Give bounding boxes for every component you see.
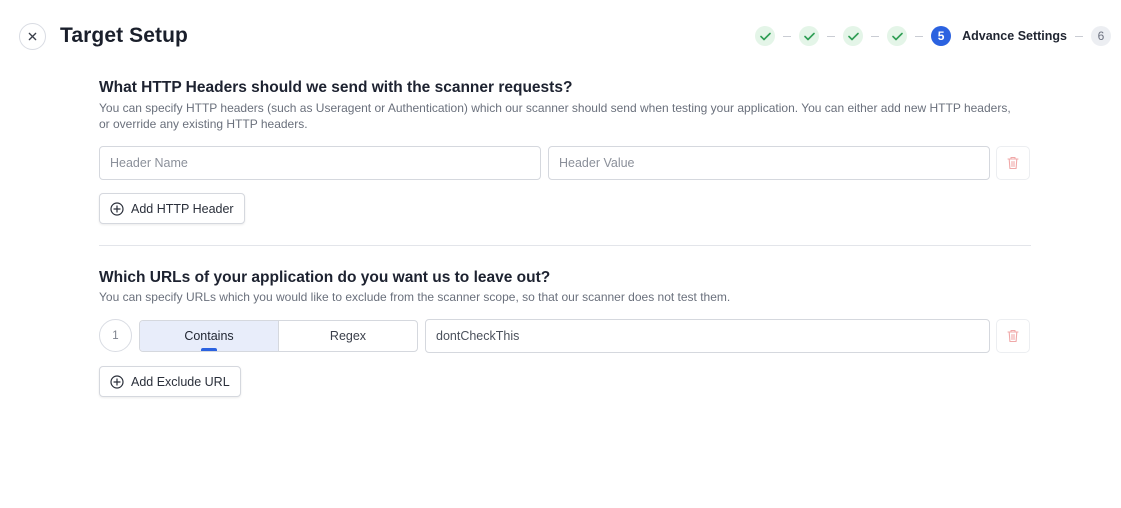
- step-1-complete[interactable]: [755, 26, 776, 46]
- plus-circle-icon: [110, 374, 124, 389]
- check-icon: [847, 32, 859, 40]
- step-2-complete[interactable]: [799, 26, 820, 46]
- step-3-complete[interactable]: [843, 26, 864, 46]
- exclude-url-input[interactable]: [425, 319, 990, 353]
- match-type-toggle: Contains Regex: [139, 320, 418, 352]
- step-separator: [871, 35, 880, 37]
- header-name-input[interactable]: [99, 146, 541, 180]
- headers-description: You can specify HTTP headers (such as Us…: [99, 101, 1011, 131]
- close-icon: [28, 32, 37, 41]
- page-title: Target Setup: [60, 24, 188, 47]
- step-separator: [1075, 35, 1083, 37]
- match-contains-option[interactable]: Contains: [140, 321, 278, 351]
- close-button[interactable]: [19, 23, 46, 50]
- progress-stepper: 5 Advance Settings 6: [755, 25, 1111, 47]
- active-step-label: Advance Settings: [962, 29, 1067, 43]
- delete-exclude-button[interactable]: [996, 319, 1030, 353]
- add-http-header-button[interactable]: Add HTTP Header: [99, 193, 245, 224]
- step-separator: [915, 35, 924, 37]
- match-regex-option[interactable]: Regex: [278, 321, 417, 351]
- check-icon: [759, 32, 771, 40]
- check-icon: [803, 32, 815, 40]
- trash-icon: [1007, 329, 1019, 343]
- step-separator: [783, 35, 792, 37]
- exclude-description: You can specify URLs which you would lik…: [99, 290, 731, 304]
- add-exclude-url-label: Add Exclude URL: [131, 374, 230, 389]
- delete-header-button[interactable]: [996, 146, 1030, 180]
- add-exclude-url-button[interactable]: Add Exclude URL: [99, 366, 241, 397]
- step-6-pending: 6: [1091, 26, 1111, 46]
- add-http-header-label: Add HTTP Header: [131, 201, 234, 216]
- plus-circle-icon: [110, 201, 124, 216]
- section-divider: [99, 245, 1031, 246]
- exclude-heading: Which URLs of your application do you wa…: [99, 269, 551, 286]
- step-4-complete[interactable]: [887, 26, 908, 46]
- step-5-active: 5: [931, 26, 952, 46]
- exclude-row-index: 1: [99, 319, 132, 352]
- trash-icon: [1007, 156, 1019, 170]
- check-icon: [891, 32, 903, 40]
- step-separator: [827, 35, 836, 37]
- headers-heading: What HTTP Headers should we send with th…: [99, 79, 573, 96]
- header-value-input[interactable]: [548, 146, 990, 180]
